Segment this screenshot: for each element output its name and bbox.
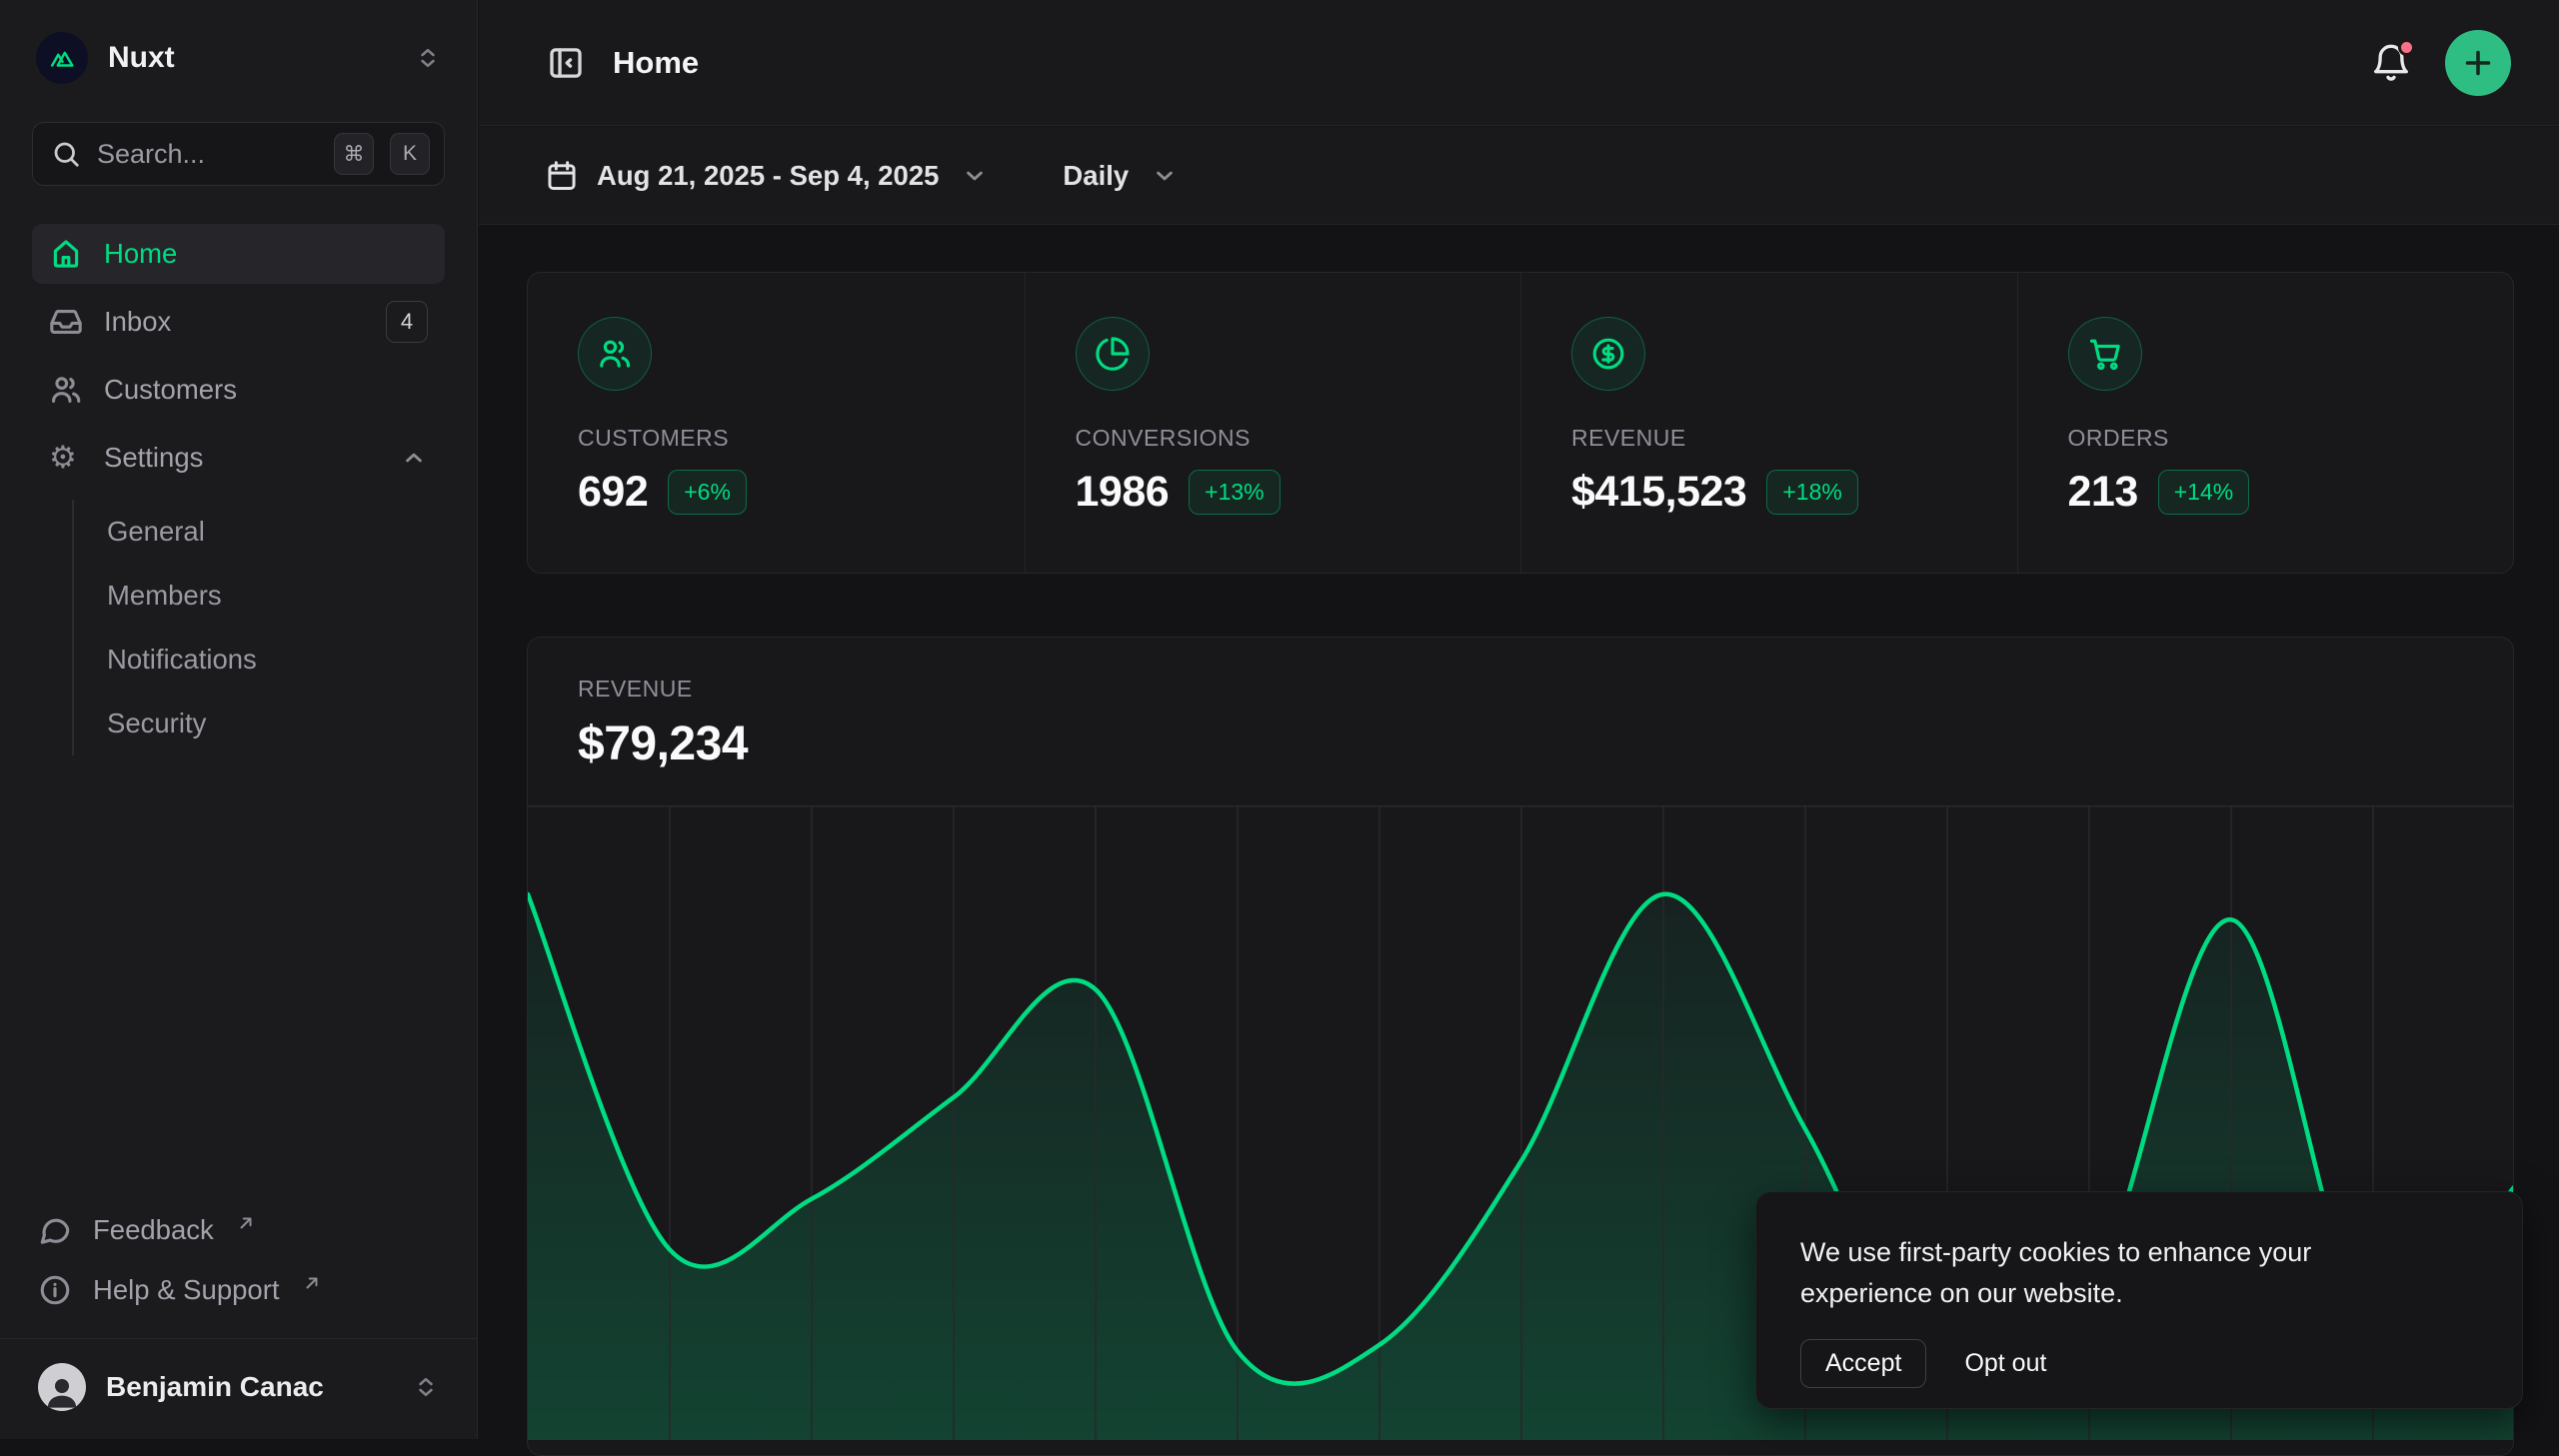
stat-value: 213 [2068,468,2138,517]
sidebar-item-settings[interactable]: ⚙ Settings [32,428,445,488]
date-range-label: Aug 21, 2025 - Sep 4, 2025 [597,160,939,192]
external-link-icon [303,1274,321,1292]
plus-icon [2460,45,2496,81]
revenue-chart-value: $79,234 [578,717,2463,771]
inbox-unread-badge: 4 [386,301,428,343]
sidebar-item-label: Customers [104,374,237,406]
date-range-picker[interactable]: Aug 21, 2025 - Sep 4, 2025 [545,159,989,193]
sidebar-item-label: Home [104,238,177,270]
search-input[interactable]: Search... ⌘ K [32,122,445,186]
nuxt-logo-icon [36,32,88,84]
header-actions [2367,30,2511,96]
avatar [38,1363,86,1411]
user-name: Benjamin Canac [106,1371,324,1403]
home-icon [49,237,83,271]
sidebar-item-feedback[interactable]: Feedback [32,1200,445,1260]
external-link-icon [237,1214,255,1232]
stat-delta-badge: +13% [1189,470,1280,515]
stat-card-conversions[interactable]: CONVERSIONS 1986 +13% [1025,273,1521,573]
cart-icon [2068,317,2142,391]
pie-chart-icon [1076,317,1150,391]
accept-button[interactable]: Accept [1800,1339,1926,1388]
users-icon [49,373,83,407]
sidebar-item-notifications[interactable]: Notifications [107,628,445,692]
search-icon [51,139,81,169]
sidebar: Nuxt Search... ⌘ K Home [0,0,478,1439]
stat-delta-badge: +18% [1766,470,1857,515]
workspace-switcher[interactable]: Nuxt [32,30,445,86]
unread-dot [2398,39,2415,56]
info-circle-icon [38,1273,72,1307]
calendar-icon [545,159,579,193]
stats-row: CUSTOMERS 692 +6% CONVERSIONS 1986 +13% … [527,272,2514,574]
chevron-down-icon [1151,162,1179,190]
sidebar-item-label: Help & Support [93,1274,280,1306]
up-down-chevrons-icon [413,1374,439,1400]
sidebar-item-security[interactable]: Security [107,692,445,755]
stat-value: $415,523 [1571,468,1746,517]
kbd-cmd: ⌘ [334,133,374,175]
sidebar-item-help-support[interactable]: Help & Support [32,1260,445,1320]
kbd-k: K [390,133,430,175]
sidebar-item-inbox[interactable]: Inbox 4 [32,292,445,352]
stat-delta-badge: +14% [2158,470,2249,515]
panel-collapse-icon[interactable] [545,42,587,84]
inbox-icon [49,305,83,339]
user-menu[interactable]: Benjamin Canac [32,1339,445,1411]
sidebar-item-customers[interactable]: Customers [32,360,445,420]
stat-label: CUSTOMERS [578,425,1025,452]
sidebar-spacer [32,755,445,1200]
gear-icon: ⚙ [49,441,83,475]
workspace-name: Nuxt [108,41,175,75]
cookie-banner: We use first-party cookies to enhance yo… [1755,1191,2523,1409]
granularity-select[interactable]: Daily [1063,160,1179,192]
settings-sub-list: General Members Notifications Security [72,500,445,755]
chevron-up-icon [400,444,428,472]
sidebar-nav: Home Inbox 4 Customers [32,224,445,755]
top-header: Home [479,0,2559,126]
sidebar-item-members[interactable]: Members [107,564,445,628]
sidebar-item-label: Feedback [93,1214,214,1246]
stat-card-orders[interactable]: ORDERS 213 +14% [2017,273,2514,573]
add-button[interactable] [2445,30,2511,96]
stat-label: ORDERS [2068,425,2514,452]
stat-delta-badge: +6% [668,470,747,515]
filters-toolbar: Aug 21, 2025 - Sep 4, 2025 Daily [479,127,2559,225]
sidebar-item-label: Settings [104,442,203,474]
up-down-chevrons-icon [415,45,441,71]
opt-out-button[interactable]: Opt out [1964,1349,2046,1378]
notifications-button[interactable] [2367,39,2415,87]
stat-label: CONVERSIONS [1076,425,1521,452]
stat-card-revenue[interactable]: REVENUE $415,523 +18% [1520,273,2017,573]
sidebar-item-home[interactable]: Home [32,224,445,284]
users-icon [578,317,652,391]
dollar-circle-icon [1571,317,1645,391]
revenue-chart-label: REVENUE [578,676,2463,703]
stat-label: REVENUE [1571,425,2017,452]
chat-bubble-icon [38,1213,72,1247]
stat-card-customers[interactable]: CUSTOMERS 692 +6% [528,273,1025,573]
sidebar-item-label: Inbox [104,306,171,338]
chevron-down-icon [961,162,989,190]
page-title: Home [613,45,699,81]
granularity-label: Daily [1063,160,1129,192]
stat-value: 1986 [1076,468,1170,517]
stat-value: 692 [578,468,648,517]
sidebar-item-general[interactable]: General [107,500,445,564]
cookie-message: We use first-party cookies to enhance yo… [1800,1232,2420,1313]
search-placeholder: Search... [97,139,318,170]
